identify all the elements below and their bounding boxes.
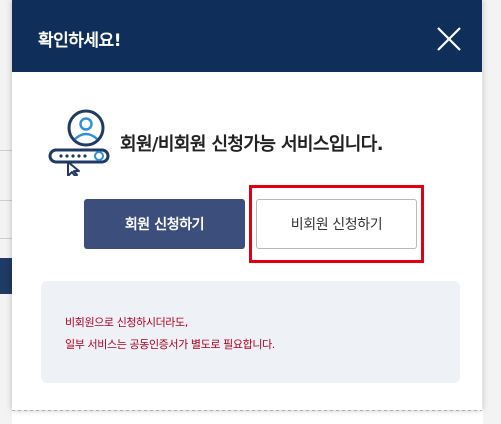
background-divider	[0, 150, 12, 151]
confirm-dialog: 확인하세요! 회원/비회원 신청가능 서비스입니다. 회원 신청하기 비회원 신…	[12, 0, 482, 410]
guest-apply-button[interactable]: 비회원 신청하기	[256, 199, 417, 249]
background-divider	[0, 200, 12, 201]
background-block	[0, 258, 12, 294]
service-message: 회원/비회원 신청가능 서비스입니다.	[120, 134, 384, 155]
close-button[interactable]	[434, 24, 464, 54]
dialog-title: 확인하세요!	[38, 31, 121, 51]
notice-box: 비회원으로 신청하시더라도, 일부 서비스는 공동인증서가 별도로 필요합니다.	[41, 281, 460, 383]
user-key-icon	[46, 104, 118, 177]
member-apply-button[interactable]: 회원 신청하기	[84, 199, 245, 249]
info-row: 회원/비회원 신청가능 서비스입니다.	[46, 104, 466, 177]
screen: 확인하세요! 회원/비회원 신청가능 서비스입니다. 회원 신청하기 비회원 신…	[0, 0, 501, 424]
background-page-left	[0, 0, 12, 424]
notice-line-1: 비회원으로 신청하시더라도,	[65, 316, 188, 329]
close-icon	[437, 27, 461, 51]
notice-line-2: 일부 서비스는 공동인증서가 별도로 필요합니다.	[65, 338, 275, 351]
dialog-header: 확인하세요!	[12, 0, 482, 72]
background-divider	[0, 238, 12, 239]
background-page-right	[483, 0, 501, 424]
